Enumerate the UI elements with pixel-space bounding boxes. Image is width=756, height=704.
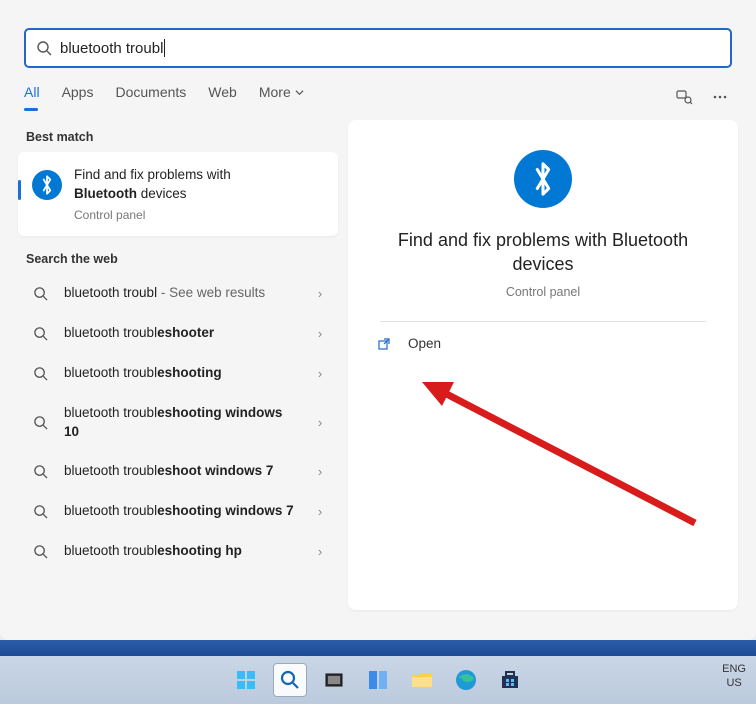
- text-caret: [164, 39, 165, 57]
- open-button[interactable]: Open: [376, 336, 441, 352]
- best-match-label: Best match: [18, 120, 338, 152]
- web-suggestion[interactable]: bluetooth troubleshooting hp ›: [18, 532, 338, 572]
- desktop-wallpaper: [0, 640, 756, 656]
- chevron-right-icon: ›: [310, 464, 330, 479]
- task-view-button[interactable]: [317, 663, 351, 697]
- best-match-item[interactable]: Find and fix problems with Bluetooth dev…: [18, 152, 338, 236]
- search-icon: [30, 324, 50, 344]
- taskbar-search-button[interactable]: [273, 663, 307, 697]
- search-icon: [30, 413, 50, 433]
- search-flyout: bluetooth troubl All Apps Documents Web …: [0, 0, 756, 640]
- edge-button[interactable]: [449, 663, 483, 697]
- search-row: bluetooth troubl: [0, 0, 756, 68]
- results-body: Best match Find and fix problems with Bl…: [0, 110, 756, 610]
- web-suggestion-text: bluetooth troubleshoot windows 7: [64, 462, 296, 481]
- more-options-icon[interactable]: [708, 85, 732, 109]
- search-icon: [30, 542, 50, 562]
- preview-subtitle: Control panel: [506, 285, 580, 299]
- chevron-right-icon: ›: [310, 326, 330, 341]
- preview-title: Find and fix problems with Bluetooth dev…: [366, 228, 720, 277]
- widgets-button[interactable]: [361, 663, 395, 697]
- tab-more-label: More: [259, 84, 291, 100]
- web-suggestion-text: bluetooth troubleshooting windows 10: [64, 404, 296, 442]
- tab-apps[interactable]: Apps: [62, 84, 94, 110]
- web-suggestion[interactable]: bluetooth troubleshoot windows 7 ›: [18, 452, 338, 492]
- open-external-icon: [376, 336, 392, 352]
- open-label: Open: [408, 336, 441, 351]
- best-match-subtitle: Control panel: [74, 208, 231, 222]
- chevron-right-icon: ›: [310, 415, 330, 430]
- preview-pane: Find and fix problems with Bluetooth dev…: [348, 120, 738, 610]
- web-suggestion-text: bluetooth troubleshooting hp: [64, 542, 296, 561]
- taskbar: ENG US: [0, 656, 756, 704]
- tab-web[interactable]: Web: [208, 84, 237, 110]
- search-web-label: Search the web: [18, 242, 338, 274]
- search-box[interactable]: bluetooth troubl: [24, 28, 732, 68]
- search-icon: [30, 284, 50, 304]
- web-suggestion[interactable]: bluetooth troubl - See web results ›: [18, 274, 338, 314]
- search-icon: [30, 364, 50, 384]
- web-suggestion-text: bluetooth troubleshooter: [64, 324, 296, 343]
- search-icon: [36, 40, 52, 56]
- web-suggestion[interactable]: bluetooth troubleshooting ›: [18, 354, 338, 394]
- filter-tabs: All Apps Documents Web More: [0, 68, 756, 110]
- tab-documents[interactable]: Documents: [115, 84, 186, 110]
- file-explorer-button[interactable]: [405, 663, 439, 697]
- start-button[interactable]: [229, 663, 263, 697]
- chevron-right-icon: ›: [310, 366, 330, 381]
- results-list: Best match Find and fix problems with Bl…: [18, 120, 338, 610]
- tab-all[interactable]: All: [24, 84, 40, 110]
- search-icon: [30, 462, 50, 482]
- taskbar-center: [229, 663, 527, 697]
- web-suggestion-text: bluetooth troubl - See web results: [64, 284, 296, 303]
- search-query-text: bluetooth troubl: [60, 40, 163, 57]
- search-scope-icon[interactable]: [672, 85, 696, 109]
- web-suggestion-text: bluetooth troubleshooting: [64, 364, 296, 383]
- chevron-right-icon: ›: [310, 544, 330, 559]
- store-button[interactable]: [493, 663, 527, 697]
- chevron-down-icon: [295, 88, 304, 97]
- language-indicator[interactable]: ENG US: [722, 662, 746, 691]
- chevron-right-icon: ›: [310, 504, 330, 519]
- bluetooth-icon: [32, 170, 62, 200]
- bluetooth-icon-large: [514, 150, 572, 208]
- web-suggestion[interactable]: bluetooth troubleshooting windows 7 ›: [18, 492, 338, 532]
- search-input[interactable]: bluetooth troubl: [60, 39, 720, 57]
- web-suggestion[interactable]: bluetooth troubleshooting windows 10 ›: [18, 394, 338, 452]
- search-icon: [30, 502, 50, 522]
- web-suggestion-text: bluetooth troubleshooting windows 7: [64, 502, 296, 521]
- tab-more[interactable]: More: [259, 84, 304, 110]
- web-suggestion[interactable]: bluetooth troubleshooter ›: [18, 314, 338, 354]
- best-match-text: Find and fix problems with Bluetooth dev…: [74, 166, 231, 222]
- chevron-right-icon: ›: [310, 286, 330, 301]
- divider: [380, 321, 706, 322]
